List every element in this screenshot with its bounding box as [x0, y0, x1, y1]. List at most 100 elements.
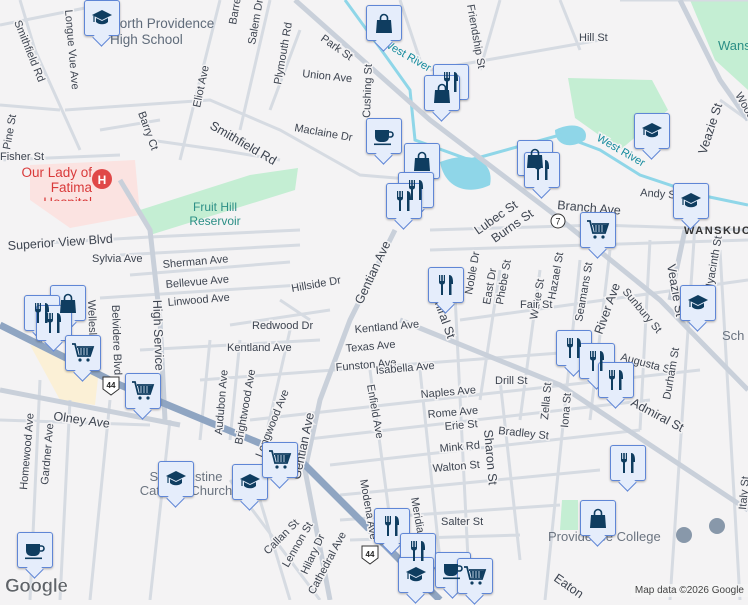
restaurant-icon	[406, 539, 430, 563]
street-label: Sylvia Ave	[92, 253, 143, 265]
grocery-icon	[463, 564, 487, 588]
restaurant-icon	[604, 368, 628, 392]
restaurant-icon	[616, 451, 640, 475]
us44-shield: 44	[361, 545, 379, 565]
street-label: Barrett	[227, 0, 245, 26]
shopping-icon	[430, 81, 454, 105]
park-label: Wanskuck Park	[718, 38, 748, 53]
grocery-icon	[586, 218, 610, 242]
coffee-marker[interactable]	[366, 118, 402, 154]
school-marker[interactable]	[673, 183, 709, 219]
neighborhood-label: WANSKUCK	[684, 225, 748, 237]
street-label: Fisher St	[0, 151, 44, 163]
svg-text:44: 44	[366, 550, 375, 559]
street-label: River Ave	[592, 281, 623, 336]
school-label: Sch	[722, 328, 744, 343]
restaurant-icon	[380, 514, 404, 538]
restaurant-icon	[530, 158, 554, 182]
school-icon	[404, 563, 428, 587]
street-label: Drill St	[495, 375, 527, 387]
hospital-label[interactable]: Our Lady of Fatima Hospital	[0, 165, 92, 201]
street-label: Hill St	[579, 32, 608, 44]
grocery-marker[interactable]	[65, 335, 101, 371]
shopping-marker[interactable]	[366, 5, 402, 41]
map-attribution[interactable]: Map data ©2026 Google	[630, 584, 748, 597]
restaurant-icon	[392, 189, 416, 213]
shopping-marker[interactable]	[580, 500, 616, 536]
street-label: Zella St	[539, 382, 554, 420]
street-label: Fair St	[520, 299, 552, 311]
coffee-icon	[23, 538, 47, 562]
coffee-icon	[372, 124, 396, 148]
school-pin-icon[interactable]	[676, 518, 725, 543]
grocery-marker[interactable]	[125, 373, 161, 409]
street-label: Kentland Ave	[354, 318, 419, 336]
school-icon	[686, 291, 710, 315]
street-label: Texas Ave	[345, 339, 396, 355]
street-label: Veazie St	[696, 101, 726, 156]
street-label: Salter St	[441, 516, 483, 528]
street-label: Gardner Ave	[39, 423, 56, 485]
street-label: Belvidere Blvd	[109, 305, 123, 376]
school-marker[interactable]	[158, 461, 194, 497]
restaurant-icon	[562, 336, 586, 360]
restaurant-marker[interactable]	[610, 445, 646, 481]
grocery-icon	[131, 379, 155, 403]
grocery-marker[interactable]	[457, 558, 493, 594]
coffee-icon	[441, 558, 465, 582]
street-label: Union Ave	[302, 68, 353, 85]
street-label: Eaton	[551, 571, 586, 600]
street-label: Walton St	[432, 459, 480, 475]
street-label: Maclaine Dr	[293, 122, 353, 144]
street-label: Kentland Ave	[227, 342, 292, 354]
school-marker[interactable]	[84, 0, 120, 36]
street-label: Iona St	[559, 392, 574, 428]
shopping-icon	[372, 11, 396, 35]
coffee-marker[interactable]	[17, 532, 53, 568]
street-label: Erie St	[444, 418, 478, 433]
school-icon	[164, 467, 188, 491]
reservoir-label: Fruit Hill Reservoir	[189, 200, 241, 228]
school-icon	[238, 470, 262, 494]
street-label: Naples Ave	[420, 384, 476, 401]
street-label: Redwood Dr	[252, 320, 313, 332]
street-label: Italy St	[737, 476, 748, 511]
street-label: Hazael St	[546, 251, 566, 300]
street-label: Noble Dr	[463, 250, 482, 295]
grocery-icon	[71, 341, 95, 365]
street-label: Friendship St	[464, 3, 487, 69]
restaurant-marker[interactable]	[524, 152, 560, 188]
restaurant-marker[interactable]	[428, 267, 464, 303]
school-marker[interactable]	[680, 285, 716, 321]
shopping-icon	[586, 506, 610, 530]
restaurant-marker[interactable]	[598, 362, 634, 398]
street-label: Homewood Ave	[18, 413, 37, 491]
restaurant-icon	[42, 311, 66, 335]
street-label: Hillside Dr	[290, 274, 342, 295]
street-label: Barry Ct	[135, 110, 160, 152]
street-label: High Service	[150, 300, 166, 371]
street-label: Phebe St	[494, 259, 514, 306]
grocery-icon	[268, 448, 292, 472]
school-icon	[90, 6, 114, 30]
shopping-icon	[410, 149, 434, 173]
street-label: Salem Dr	[246, 0, 266, 46]
ri7-shield: 7	[550, 213, 566, 229]
street-label: Superior View Blvd	[7, 232, 113, 253]
google-logo[interactable]: Google	[5, 576, 68, 598]
street-label: Pine St	[1, 114, 19, 151]
street-label: Cushing St	[361, 64, 375, 118]
school-place-label[interactable]: North Providence High School	[110, 16, 220, 48]
street-label: Mink Rd	[439, 440, 480, 455]
street-label: Bellevue Ave	[165, 274, 229, 291]
school-marker[interactable]	[634, 113, 670, 149]
grocery-marker[interactable]	[262, 442, 298, 478]
street-label: Eliot Ave	[191, 64, 212, 108]
grocery-marker[interactable]	[580, 212, 616, 248]
svg-text:H: H	[98, 173, 107, 187]
svg-text:7: 7	[555, 217, 560, 227]
hospital-icon[interactable]: H	[92, 169, 112, 189]
street-label: Sharon St	[481, 429, 500, 486]
street-label: Gentian Ave	[352, 239, 393, 306]
college-field	[560, 500, 578, 530]
